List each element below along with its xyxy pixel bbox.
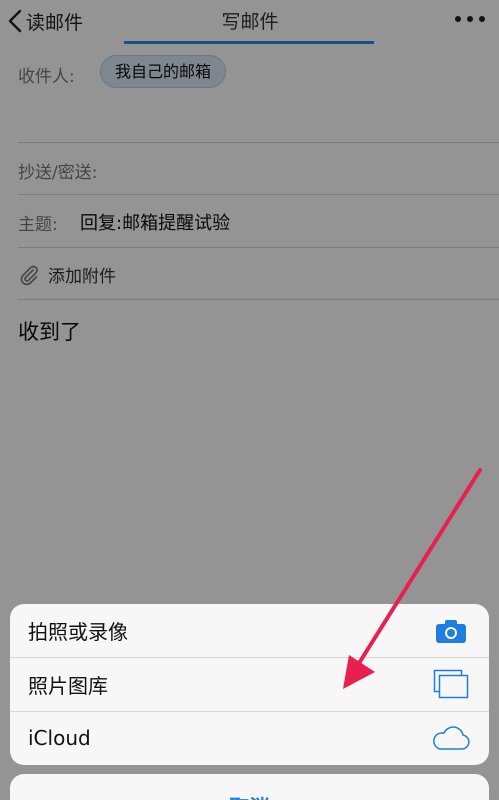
option-label: 拍照或录像 bbox=[28, 620, 128, 644]
icloud-option[interactable]: iCloud bbox=[10, 711, 489, 764]
cloud-icon bbox=[431, 722, 471, 754]
option-label: 照片图库 bbox=[28, 673, 108, 698]
photo-library-icon bbox=[431, 668, 471, 700]
cancel-button[interactable]: 取消 bbox=[10, 774, 489, 800]
photo-library-option[interactable]: 照片图库 bbox=[10, 657, 489, 710]
camera-icon bbox=[431, 615, 471, 647]
option-label: iCloud bbox=[28, 726, 91, 750]
action-sheet: 拍照或录像 照片图库 iCloud bbox=[10, 604, 489, 765]
take-photo-option[interactable]: 拍照或录像 bbox=[10, 604, 489, 657]
